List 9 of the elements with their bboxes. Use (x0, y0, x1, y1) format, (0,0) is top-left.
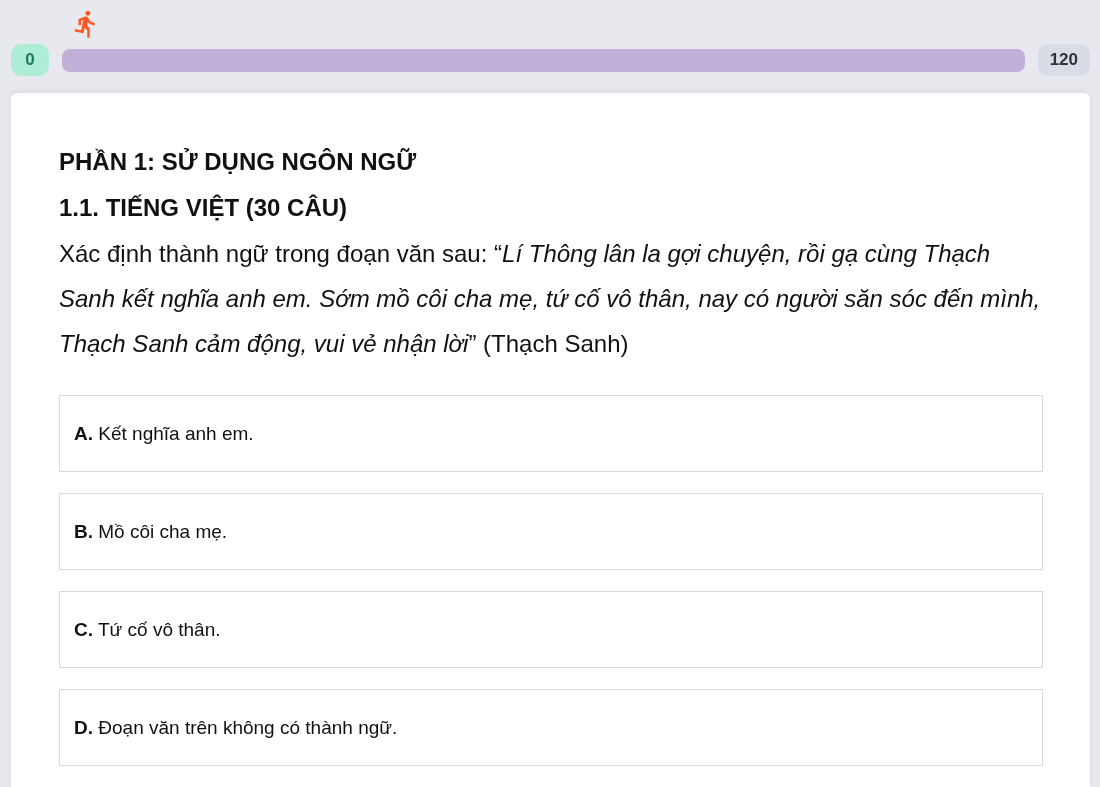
answer-option[interactable]: C. Tứ cố vô thân. (59, 591, 1043, 668)
total-badge: 120 (1037, 44, 1090, 76)
score-badge: 0 (11, 44, 49, 76)
answer-option[interactable]: B. Mồ côi cha mẹ. (59, 493, 1043, 570)
answer-option[interactable]: A. Kết nghĩa anh em. (59, 395, 1043, 472)
subsection-heading: 1.1. TIẾNG VIỆT (30 CÂU) (59, 193, 348, 223)
section-heading: PHẦN 1: SỬ DỤNG NGÔN NGỮ (59, 147, 417, 177)
question-text: Xác định thành ngữ trong đoạn văn sau: “Lí Thông lân la gợi chuyện, rồi gạ cùng Thạch Sanh kết nghĩa anh em. Sớm mồ côi cha mẹ, tứ cố vô thân, nay có người săn sóc đến mình, Thạch Sanh cảm động, vui vẻ nhận lời” (Thạch Sanh) (59, 239, 1042, 359)
answer-option[interactable]: D. Đoạn văn trên không có thành ngữ. (59, 689, 1043, 766)
